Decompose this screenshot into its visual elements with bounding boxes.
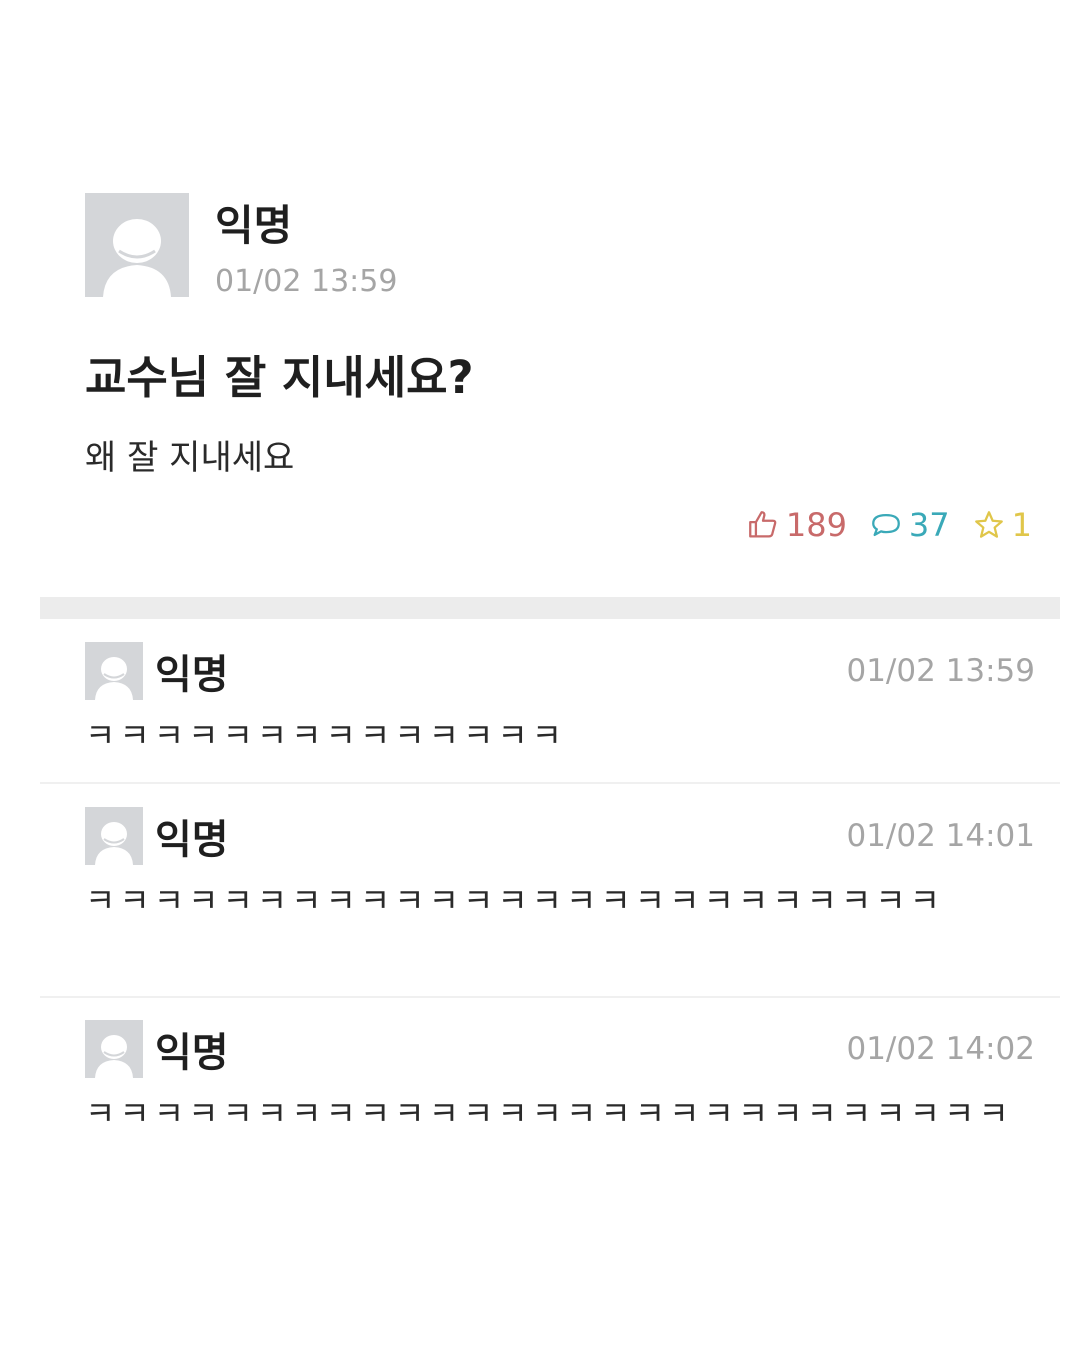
comment-timestamp: 01/02 14:02 (846, 1031, 1035, 1067)
comment-divider (40, 782, 1060, 784)
like-count-value: 189 (785, 506, 847, 544)
avatar-icon[interactable] (85, 642, 143, 700)
comment-author-name[interactable]: 익명 (155, 642, 229, 700)
author-block: 익명 01/02 13:59 (215, 193, 397, 301)
post-title: 교수님 잘 지내세요? (85, 351, 474, 404)
comment-author-name[interactable]: 익명 (155, 1020, 229, 1078)
avatar-icon[interactable] (85, 193, 189, 297)
scrap-count[interactable]: 1 (972, 506, 1032, 544)
post-header: 익명 01/02 13:59 (85, 193, 1040, 301)
comment-item: 익명 01/02 14:01 ㅋㅋㅋㅋㅋㅋㅋㅋㅋㅋㅋㅋㅋㅋㅋㅋㅋㅋㅋㅋㅋㅋㅋㅋㅋ (85, 806, 1035, 928)
comment-item: 익명 01/02 13:59 ㅋㅋㅋㅋㅋㅋㅋㅋㅋㅋㅋㅋㅋㅋ (85, 641, 1035, 763)
comment-divider (40, 996, 1060, 998)
scrap-count-value: 1 (1011, 506, 1032, 544)
comment-header: 익명 01/02 13:59 (85, 641, 1035, 701)
default-user-avatar-icon (85, 807, 143, 865)
comment-timestamp: 01/02 14:01 (846, 818, 1035, 854)
comment-author-name[interactable]: 익명 (155, 807, 229, 865)
comment-timestamp: 01/02 13:59 (846, 653, 1035, 689)
comment-text: ㅋㅋㅋㅋㅋㅋㅋㅋㅋㅋㅋㅋㅋㅋㅋㅋㅋㅋㅋㅋㅋㅋㅋㅋㅋㅋㅋ (85, 1094, 1013, 1133)
thumbs-up-icon (748, 511, 777, 538)
section-divider (40, 597, 1060, 619)
comment-text: ㅋㅋㅋㅋㅋㅋㅋㅋㅋㅋㅋㅋㅋㅋㅋㅋㅋㅋㅋㅋㅋㅋㅋㅋㅋ (85, 881, 944, 920)
default-user-avatar-icon (85, 642, 143, 700)
post-author-name[interactable]: 익명 (215, 201, 397, 251)
avatar-icon[interactable] (85, 1020, 143, 1078)
post-body: 왜 잘 지내세요 (85, 438, 295, 478)
default-user-avatar-icon (85, 1020, 143, 1078)
default-user-avatar-icon (85, 193, 189, 297)
comment-count-value: 37 (908, 506, 950, 544)
post: 익명 01/02 13:59 교수님 잘 지내세요? 왜 잘 지내세요 189 … (85, 193, 1040, 544)
post-timestamp: 01/02 13:59 (215, 264, 398, 299)
star-icon (974, 511, 1003, 538)
comment-header: 익명 01/02 14:01 (85, 806, 1035, 866)
comment-header: 익명 01/02 14:02 (85, 1019, 1035, 1079)
speech-bubble-icon (872, 513, 900, 537)
like-count[interactable]: 189 (746, 506, 847, 544)
comment-item: 익명 01/02 14:02 ㅋㅋㅋㅋㅋㅋㅋㅋㅋㅋㅋㅋㅋㅋㅋㅋㅋㅋㅋㅋㅋㅋㅋㅋㅋ… (85, 1019, 1035, 1141)
comment-count[interactable]: 37 (869, 506, 950, 544)
avatar-icon[interactable] (85, 807, 143, 865)
comment-text: ㅋㅋㅋㅋㅋㅋㅋㅋㅋㅋㅋㅋㅋㅋ (85, 716, 567, 755)
post-stats: 189 37 1 (724, 506, 1032, 544)
